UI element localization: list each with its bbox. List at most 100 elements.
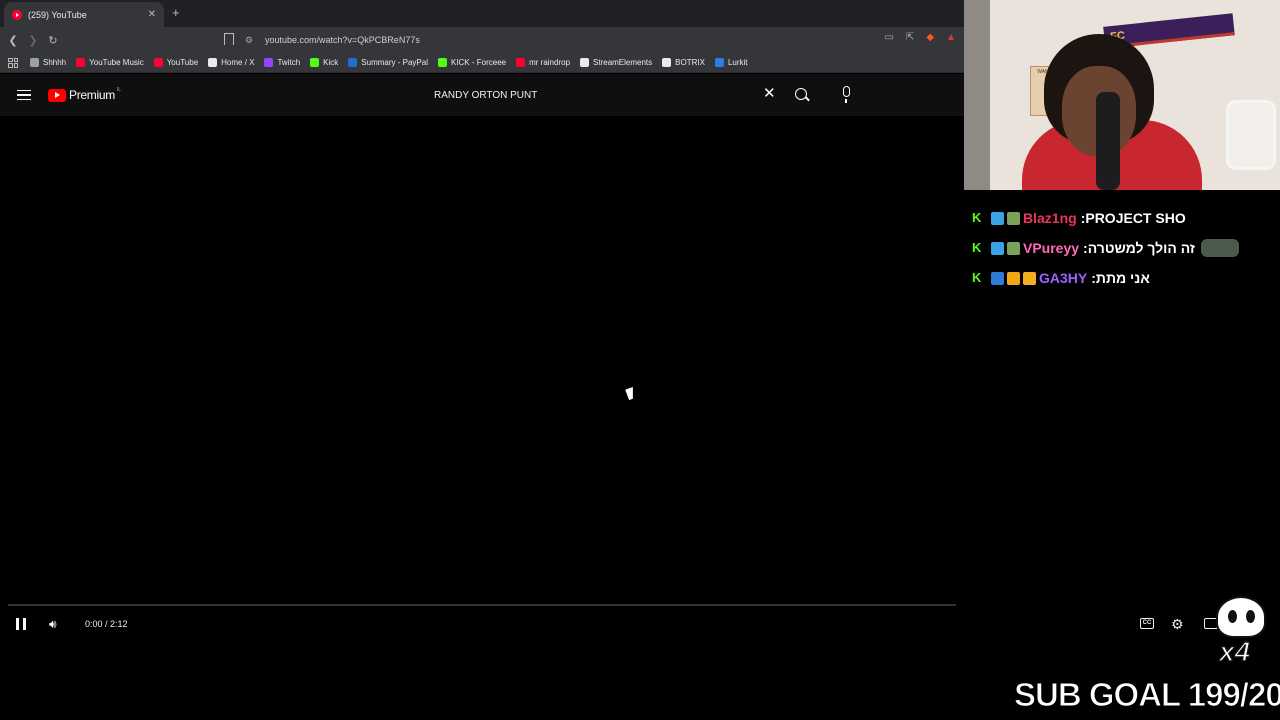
bookmark-item[interactable]: Shhhh: [30, 58, 66, 67]
chat-text: אני מתת: [1095, 270, 1150, 286]
volume-icon[interactable]: 🔊︎: [49, 617, 57, 632]
microphone: [1096, 92, 1120, 190]
skull-multiplier: x4: [1218, 635, 1251, 668]
menu-icon[interactable]: [17, 90, 31, 100]
logo-text: Premium: [69, 88, 115, 102]
bookmark-label: Summary - PayPal: [361, 58, 428, 67]
skull-icon: [1216, 596, 1266, 638]
bookmark-favicon-icon: [348, 58, 358, 67]
grenade-badge-icon: [1007, 211, 1020, 225]
browser-tab[interactable]: (259) YouTube ✕: [4, 2, 164, 27]
bookmark-list: Shhhh YouTube Music YouTube Home / X Twitch K…: [30, 58, 758, 67]
bookmark-label: Kick: [323, 58, 339, 67]
reload-icon[interactable]: ↻: [43, 34, 63, 47]
bookmark-item[interactable]: KICK - Forceee: [437, 58, 507, 67]
webcam-feed: FC WANTED: [964, 0, 1280, 190]
chat-overlay: K Blaz1ng: PROJECT SHO K VPureyy: זה הולך ל…: [964, 180, 1280, 300]
bookmark-label: Twitch: [277, 58, 301, 67]
cube-badge-icon: [991, 241, 1004, 255]
settings-gear-icon[interactable]: ⚙: [1171, 616, 1184, 633]
sword-badge-icon: [991, 271, 1004, 285]
bookmark-page-icon[interactable]: [224, 33, 234, 45]
bookmark-label: StreamElements: [593, 58, 653, 67]
crown-badge-icon: [1023, 271, 1036, 285]
chair: [1226, 100, 1276, 170]
chat-username: VPureyy: [1023, 240, 1080, 256]
cube-badge-icon: [991, 211, 1004, 225]
webcam-door: [964, 0, 990, 190]
bookmark-label: Lurkit: [727, 58, 748, 67]
chat-username: Blaz1ng: [1023, 210, 1077, 226]
forward-icon[interactable]: ❯: [23, 34, 43, 47]
country-code: IL: [116, 87, 122, 93]
chat-message: K Blaz1ng: PROJECT SHO: [972, 207, 1186, 229]
bookmark-label: mr raindrop: [529, 58, 571, 67]
bookmark-item[interactable]: Kick: [310, 58, 338, 67]
bookmark-label: KICK - Forceee: [450, 58, 507, 67]
bookmark-label: YouTube: [166, 58, 199, 67]
bookmark-item[interactable]: BOTRIX: [662, 58, 705, 67]
bookmark-favicon-icon: [264, 58, 274, 67]
bookmark-label: YouTube Music: [89, 58, 144, 67]
time-display: 0:00 / 2:12: [85, 619, 128, 629]
brave-shields-icon[interactable]: ◆: [926, 32, 934, 43]
progress-bar[interactable]: [8, 604, 956, 606]
clear-search-icon[interactable]: ✕: [763, 86, 776, 101]
bookmark-item[interactable]: YouTube Music: [76, 58, 144, 67]
bookmark-favicon-icon: [76, 58, 86, 67]
bookmark-label: Home / X: [221, 58, 255, 67]
voice-search-icon[interactable]: [843, 86, 850, 103]
youtube-masthead: Premium IL RANDY ORTON PUNT ✕: [0, 74, 964, 116]
bookmark-favicon-icon: [208, 58, 218, 67]
back-icon[interactable]: ❮: [3, 34, 23, 47]
bookmark-favicon-icon: [580, 58, 590, 67]
youtube-premium-logo[interactable]: Premium IL: [48, 87, 122, 102]
grenade-badge-icon: [1007, 241, 1020, 255]
url-text: youtube.com/watch?v=QkPCBReN77s: [265, 35, 420, 45]
kick-badge-icon: K: [972, 270, 982, 285]
pause-icon[interactable]: [16, 618, 26, 630]
one-badge-icon: [1007, 271, 1020, 285]
cast-icon[interactable]: ▭: [885, 32, 894, 43]
kick-badge-icon: K: [972, 240, 982, 255]
browser-tabstrip: (259) YouTube ✕ +: [0, 0, 964, 27]
bookmark-label: BOTRIX: [675, 58, 705, 67]
bookmark-favicon-icon: [30, 58, 39, 67]
share-icon[interactable]: ⇱: [906, 32, 914, 43]
bookmark-item[interactable]: Twitch: [264, 58, 300, 67]
captions-icon[interactable]: CC: [1140, 618, 1154, 629]
bookmark-item[interactable]: Summary - PayPal: [348, 58, 428, 67]
browser-toolbar: ❮ ❯ ↻ ⚙ youtube.com/watch?v=QkPCBReN77s …: [0, 27, 964, 53]
tab-close-icon[interactable]: ✕: [148, 9, 156, 20]
address-bar[interactable]: ⚙ youtube.com/watch?v=QkPCBReN77s: [245, 30, 960, 50]
new-tab-icon[interactable]: +: [172, 5, 180, 20]
bookmark-favicon-icon: [437, 58, 447, 67]
bookmark-favicon-icon: [153, 58, 163, 67]
sub-goal: SUB GOAL 199/200: [1013, 676, 1280, 714]
video-player[interactable]: [0, 116, 964, 641]
toolbar-icons: ▭ ⇱ ◆ ▲: [885, 32, 956, 43]
bookmark-item[interactable]: Home / X: [208, 58, 254, 67]
chat-text: זה הולך למשטרה: [1087, 240, 1196, 256]
bookmark-item[interactable]: StreamElements: [580, 58, 652, 67]
youtube-play-icon: [48, 88, 66, 102]
brave-rewards-icon[interactable]: ▲: [946, 32, 956, 43]
bookmark-favicon-icon: [662, 58, 672, 67]
chat-username: GA3HY: [1039, 270, 1088, 286]
bookmark-item[interactable]: Lurkit: [714, 58, 748, 67]
kick-badge-icon: K: [972, 210, 982, 225]
search-icon[interactable]: [795, 88, 807, 100]
search-input[interactable]: RANDY ORTON PUNT: [425, 82, 785, 108]
bookmark-label: Shhhh: [43, 58, 67, 67]
chat-message: K VPureyy: זה הולך למשטרה: [972, 237, 1240, 259]
player-controls: 🔊︎ 0:00 / 2:12 CC ⚙: [0, 612, 1225, 636]
bookmark-item[interactable]: YouTube: [153, 58, 199, 67]
bookmark-favicon-icon: [714, 58, 724, 67]
chat-message: K GA3HY: אני מתת: [972, 267, 1150, 289]
search-query: RANDY ORTON PUNT: [434, 89, 538, 101]
bookmark-item[interactable]: mr raindrop: [516, 58, 570, 67]
apps-grid-icon[interactable]: [8, 57, 18, 68]
bookmark-favicon-icon: [516, 58, 526, 67]
youtube-favicon-icon: [12, 9, 22, 20]
site-info-icon[interactable]: ⚙: [245, 35, 255, 46]
